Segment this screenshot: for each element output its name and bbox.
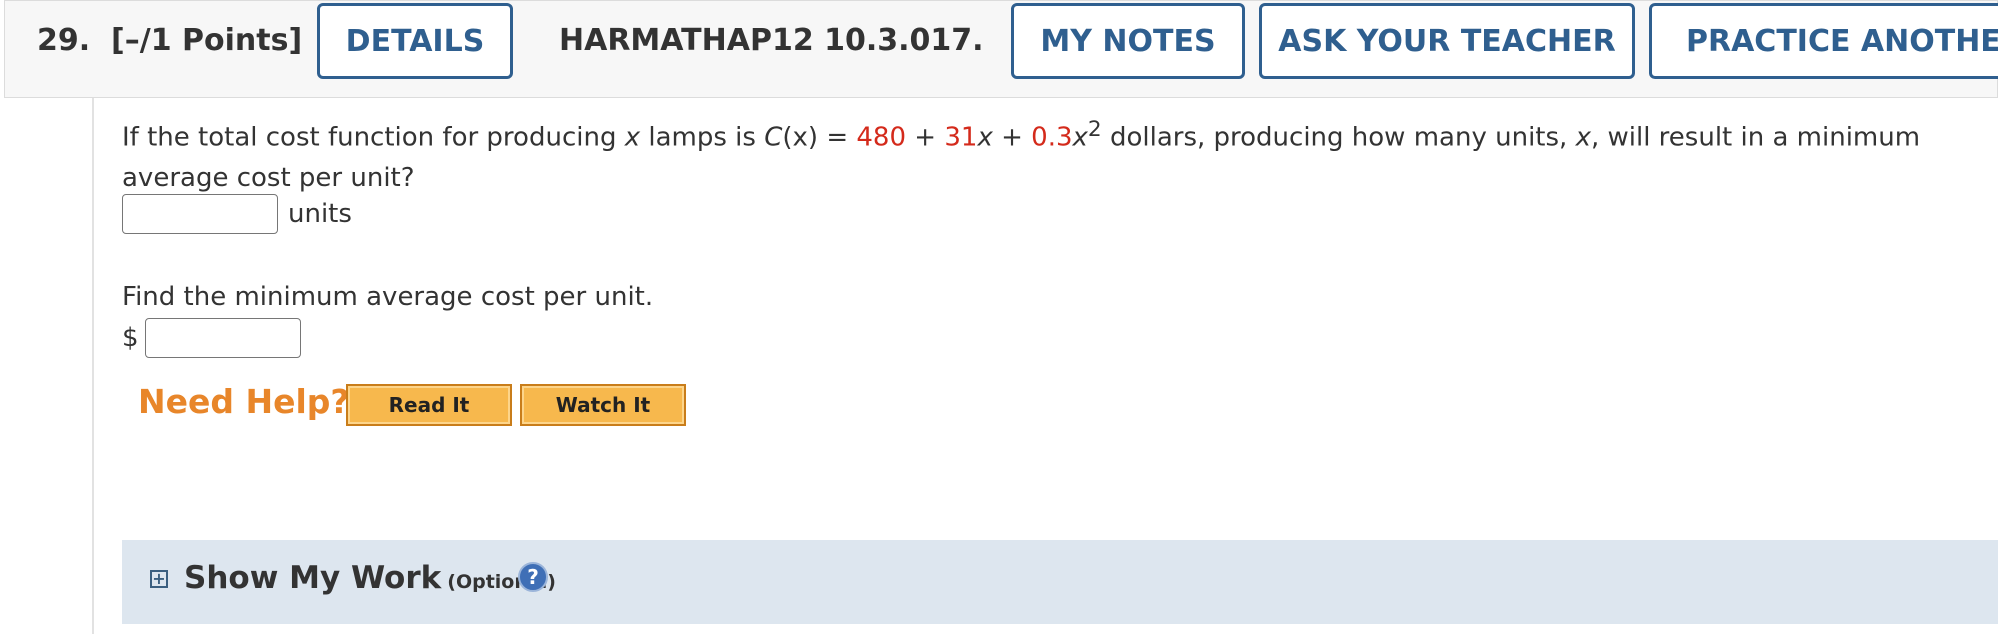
- watch-it-button[interactable]: Watch It: [520, 384, 686, 426]
- constant-term: 480: [856, 122, 907, 153]
- plus-sign: +: [992, 122, 1032, 153]
- show-my-work-toggle[interactable]: Show My Work (Optional): [184, 560, 556, 596]
- linear-coefficient: 31: [944, 122, 978, 153]
- expand-icon[interactable]: +: [150, 570, 168, 588]
- help-question-icon[interactable]: ?: [518, 562, 548, 592]
- show-my-work-title: Show My Work: [184, 560, 442, 596]
- variable-x: x: [977, 122, 993, 153]
- need-help-label: Need Help?: [138, 382, 350, 421]
- show-my-work-panel: + Show My Work (Optional) ?: [122, 540, 1998, 624]
- variable-x: x: [1072, 122, 1088, 153]
- function-arg: (x): [782, 122, 819, 153]
- quadratic-coefficient: 0.3: [1031, 122, 1073, 153]
- answer-row-cost: $: [122, 318, 301, 358]
- practice-another-button[interactable]: PRACTICE ANOTHER: [1649, 3, 1998, 79]
- question-part: If the total cost function for producing: [122, 122, 625, 153]
- cost-answer-input[interactable]: [144, 318, 301, 358]
- units-answer-input[interactable]: [122, 194, 278, 234]
- exponent: 2: [1087, 117, 1102, 142]
- points-label: [–/1 Points]: [111, 23, 303, 58]
- details-button[interactable]: DETAILS: [317, 3, 513, 79]
- min-cost-prompt: Find the minimum average cost per unit.: [122, 282, 654, 312]
- ask-your-teacher-button[interactable]: ASK YOUR TEACHER: [1259, 3, 1635, 79]
- currency-label: $: [122, 323, 139, 353]
- content-divider: [92, 98, 94, 634]
- question-number: 29. [–/1 Points]: [37, 23, 302, 58]
- question-part: dollars, producing how many units,: [1101, 122, 1576, 153]
- my-notes-button[interactable]: MY NOTES: [1011, 3, 1245, 79]
- equals-sign: =: [818, 122, 857, 153]
- question-number-label: 29.: [37, 23, 91, 58]
- plus-sign: +: [906, 122, 945, 153]
- answer-row-units: units: [122, 194, 352, 234]
- variable-x: x: [624, 122, 641, 153]
- question-text: If the total cost function for producing…: [122, 110, 1982, 198]
- variable-x: x: [1575, 122, 1591, 153]
- question-header: 29. [–/1 Points] DETAILS HARMATHAP12 10.…: [4, 0, 1998, 98]
- read-it-button[interactable]: Read It: [346, 384, 512, 426]
- units-label: units: [288, 199, 352, 229]
- function-name: C: [764, 122, 783, 153]
- question-part: lamps is: [640, 122, 765, 153]
- assignment-code: HARMATHAP12 10.3.017.: [559, 23, 984, 58]
